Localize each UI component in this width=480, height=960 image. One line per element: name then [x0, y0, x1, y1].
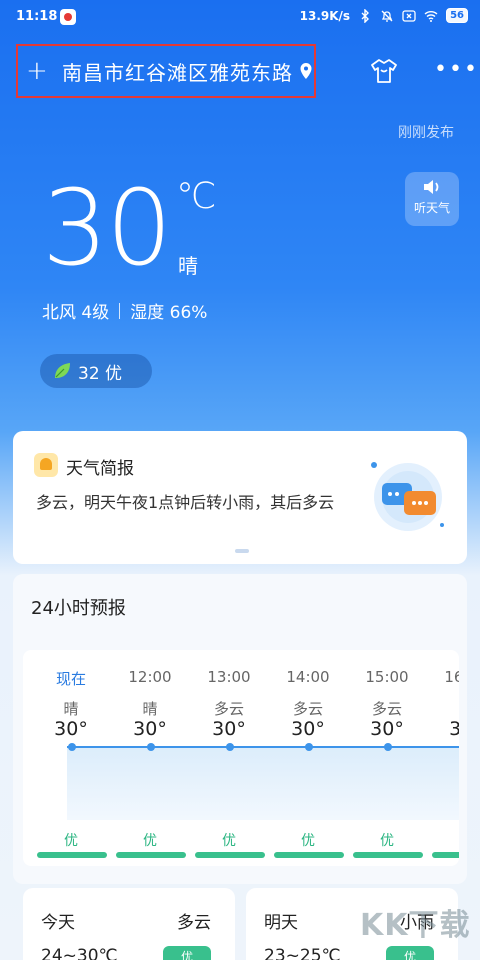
- hourly-quality-bar: [116, 852, 186, 858]
- hourly-temp: 30°: [212, 718, 246, 740]
- hourly-quality-bar: [37, 852, 107, 858]
- hourly-temp: 30°: [370, 718, 404, 740]
- hourly-temp: 30°: [54, 718, 88, 740]
- net-speed: 13.9K/s: [299, 8, 351, 23]
- chat-bubbles-icon: [371, 462, 444, 531]
- hourly-temp: 30°: [449, 718, 459, 740]
- hourly-temp: 30°: [291, 718, 325, 740]
- hourly-time: 13:00: [207, 668, 251, 686]
- hourly-time: 15:00: [365, 668, 409, 686]
- watermark: KK下载: [360, 908, 471, 943]
- hourly-quality: 优: [428, 830, 459, 850]
- day-label: 今天: [41, 913, 75, 933]
- hourly-quality: 优: [64, 833, 78, 849]
- hourly-temp: 30°: [133, 718, 167, 740]
- mute-bell-icon: [381, 10, 393, 22]
- location-name[interactable]: 南昌市红谷滩区雅苑东路: [62, 57, 293, 86]
- brief-text: 多云，明天午夜1点钟后转小雨，其后多云: [36, 493, 335, 512]
- hourly-temp-point: [384, 743, 392, 751]
- hourly-temp-point: [305, 743, 313, 751]
- hourly-weather: 多云: [213, 700, 244, 718]
- location-selector[interactable]: + 南昌市红谷滩区雅苑东路: [16, 44, 316, 98]
- humidity-text: 湿度 66%: [130, 303, 208, 323]
- hourly-quality: 优: [222, 833, 236, 849]
- wifi-icon: [424, 10, 438, 22]
- location-pin-icon: [300, 63, 312, 79]
- hourly-time: 14:00: [286, 668, 330, 686]
- hourly-time: 16:00: [444, 668, 459, 686]
- day-label: 明天: [264, 913, 298, 933]
- hourly-temp-point: [226, 743, 234, 751]
- sim-x-icon: [402, 9, 416, 22]
- hourly-weather: 晴: [142, 700, 158, 718]
- hourly-weather: 晴: [63, 700, 79, 718]
- weather-brief-card[interactable]: 天气简报 多云，明天午夜1点钟后转小雨，其后多云: [13, 431, 467, 564]
- wind-text: 北风 4级: [42, 303, 110, 323]
- hourly-temp-point: [68, 743, 76, 751]
- temp-area-fill: [67, 748, 459, 820]
- hourly-weather: 多云: [292, 700, 323, 718]
- aqi-value: 32 优: [78, 363, 123, 384]
- status-time: 11:18: [16, 9, 58, 24]
- hourly-quality: 优: [301, 833, 315, 849]
- day-quality-badge: 优: [386, 946, 434, 960]
- listen-weather-button[interactable]: 听天气: [405, 172, 459, 226]
- brief-title: 天气简报: [66, 459, 134, 479]
- more-menu-icon[interactable]: •••: [434, 59, 479, 81]
- current-condition: 晴: [178, 254, 198, 278]
- speaker-icon: [424, 180, 439, 194]
- day-condition: 多云: [177, 913, 211, 933]
- wind-humidity: 北风 4级 湿度 66%: [42, 298, 207, 323]
- aqi-badge[interactable]: 32 优: [40, 354, 152, 388]
- hourly-scroll-panel[interactable]: 现在晴 30° 优 12:00 晴 30° 优 13:00 多云 30° 优 14:00 多云 30° 优 1…: [23, 650, 459, 866]
- hourly-quality-bar: [432, 852, 459, 858]
- divider: [119, 302, 121, 319]
- current-temperature: 30: [42, 167, 172, 289]
- app-notification-icon: [60, 9, 76, 25]
- hourly-quality-bar: [195, 852, 265, 858]
- battery-icon: 56: [446, 8, 468, 23]
- hourly-quality: 优: [143, 833, 157, 849]
- hourly-time: 现在: [55, 670, 86, 688]
- hourly-weather: 阴: [428, 698, 459, 719]
- day-temp-range: 24~30℃: [41, 946, 118, 960]
- temperature-unit: ℃: [176, 176, 217, 217]
- hourly-temp-point: [147, 743, 155, 751]
- page-indicator: [235, 549, 249, 553]
- bell-icon: [34, 453, 58, 477]
- hourly-forecast-card: 24小时预报 现在晴 30° 优 12:00 晴 30° 优 13:00 多云 30° 优 14:00…: [13, 574, 467, 884]
- hourly-quality-bar: [353, 852, 423, 858]
- day-quality-badge: 优: [163, 946, 211, 960]
- listen-label: 听天气: [413, 201, 450, 215]
- day-card-today[interactable]: 今天 多云 24~30℃ 优: [23, 888, 235, 960]
- publish-time: 刚刚发布: [398, 125, 454, 141]
- dress-index-icon[interactable]: [370, 58, 398, 84]
- hourly-quality-bar: [274, 852, 344, 858]
- add-city-icon[interactable]: +: [26, 58, 50, 84]
- hourly-title: 24小时预报: [31, 598, 126, 619]
- status-bar: 11:18 13.9K/s 56: [0, 0, 480, 34]
- temp-line: [67, 746, 459, 748]
- hourly-quality: 优: [380, 833, 394, 849]
- bluetooth-icon: [361, 8, 370, 23]
- hourly-time: 12:00: [128, 668, 172, 686]
- status-right: 13.9K/s 56: [300, 8, 468, 23]
- leaf-icon: [55, 363, 70, 378]
- hourly-weather: 多云: [371, 700, 402, 718]
- day-temp-range: 23~25℃: [264, 946, 341, 960]
